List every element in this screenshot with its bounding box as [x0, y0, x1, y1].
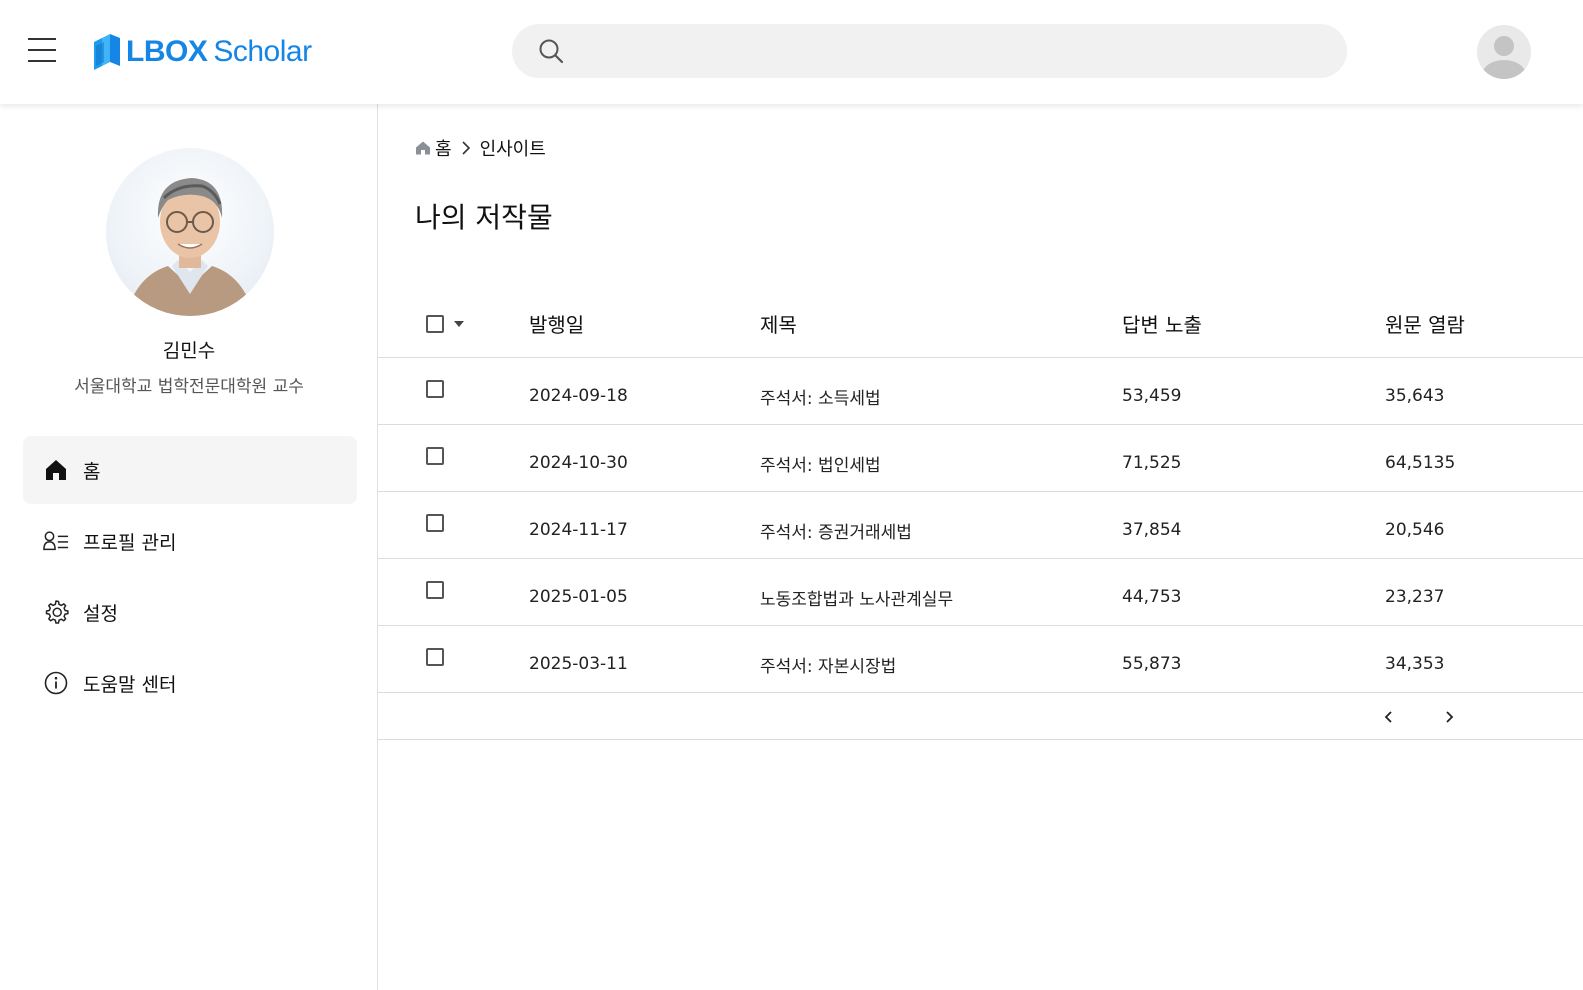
row-views: 35,643	[1385, 386, 1445, 406]
row-date: 2025-01-05	[529, 587, 628, 607]
row-exposure: 37,854	[1122, 520, 1182, 540]
top-header: LBOX Scholar	[0, 0, 1583, 104]
logo-text-light: Scholar	[213, 35, 312, 68]
home-small-icon	[416, 141, 430, 155]
breadcrumb: 홈 인사이트	[415, 136, 546, 160]
chevron-left-icon[interactable]	[1377, 705, 1401, 729]
hamburger-menu-icon[interactable]	[28, 38, 62, 64]
sidebar-item-label: 설정	[83, 602, 118, 625]
column-header-date[interactable]: 발행일	[529, 294, 584, 357]
column-header-exposure[interactable]: 답변 노출	[1122, 294, 1202, 357]
user-avatar-icon	[1482, 36, 1526, 79]
row-date: 2024-11-17	[529, 520, 628, 540]
search-bar[interactable]	[512, 24, 1347, 78]
info-icon	[43, 670, 69, 696]
row-checkbox[interactable]	[426, 648, 444, 666]
row-exposure: 44,753	[1122, 587, 1182, 607]
row-exposure: 55,873	[1122, 654, 1182, 674]
row-date: 2025-03-11	[529, 654, 628, 674]
table-row[interactable]: 2024-10-30 주석서: 법인세법 71,525 64,5135	[378, 425, 1583, 492]
sidebar-nav: 홈 프로필 관리 설정 도움말 센터	[23, 436, 357, 720]
row-check-cell	[426, 559, 444, 625]
row-title: 주석서: 자본시장법	[760, 656, 897, 677]
column-header-title[interactable]: 제목	[760, 294, 797, 357]
search-input[interactable]	[576, 31, 1336, 71]
main-content: 홈 인사이트 나의 저작물 발행일 제목 답변 노출 원문 열람 2024-09…	[378, 104, 1583, 990]
row-title: 노동조합법과 노사관계실무	[760, 589, 954, 610]
select-all-checkbox[interactable]	[426, 314, 444, 333]
search-icon	[539, 39, 564, 64]
sidebar-item-label: 홈	[83, 460, 101, 483]
works-table: 발행일 제목 답변 노출 원문 열람 2024-09-18 주석서: 소득세법 …	[378, 294, 1583, 740]
row-check-cell	[426, 626, 444, 692]
row-date: 2024-10-30	[529, 453, 628, 473]
logo-text-bold: LBOX	[126, 35, 208, 68]
sidebar-item-home[interactable]: 홈	[23, 436, 357, 504]
table-row[interactable]: 2025-01-05 노동조합법과 노사관계실무 44,753 23,237	[378, 559, 1583, 626]
caret-down-icon[interactable]	[454, 320, 464, 327]
row-views: 64,5135	[1385, 453, 1456, 473]
row-exposure: 53,459	[1122, 386, 1182, 406]
breadcrumb-home[interactable]: 홈	[435, 135, 452, 161]
select-all-control	[426, 294, 464, 357]
row-check-cell	[426, 492, 444, 558]
column-header-views[interactable]: 원문 열람	[1385, 294, 1465, 357]
breadcrumb-current: 인사이트	[479, 139, 546, 160]
table-header: 발행일 제목 답변 노출 원문 열람	[378, 294, 1583, 358]
profile-title: 서울대학교 법학전문대학원 교수	[74, 377, 304, 397]
chevron-right-icon	[460, 139, 472, 157]
page-title: 나의 저작물	[415, 201, 553, 234]
table-row[interactable]: 2025-03-11 주석서: 자본시장법 55,873 34,353	[378, 626, 1583, 693]
gear-icon	[43, 599, 69, 625]
profile-portrait-image	[126, 178, 254, 316]
logo-text: LBOX Scholar	[126, 35, 312, 69]
pagination	[378, 693, 1583, 740]
row-check-cell	[426, 358, 444, 424]
sidebar-item-label: 프로필 관리	[83, 531, 177, 554]
row-title: 주석서: 법인세법	[760, 455, 881, 476]
row-check-cell	[426, 425, 444, 491]
row-date: 2024-09-18	[529, 386, 628, 406]
table-row[interactable]: 2024-09-18 주석서: 소득세법 53,459 35,643	[378, 358, 1583, 425]
logo[interactable]: LBOX Scholar	[92, 30, 312, 74]
row-exposure: 71,525	[1122, 453, 1182, 473]
table-row[interactable]: 2024-11-17 주석서: 증권거래세법 37,854 20,546	[378, 492, 1583, 559]
row-title: 주석서: 증권거래세법	[760, 522, 912, 543]
row-checkbox[interactable]	[426, 514, 444, 532]
chevron-right-icon[interactable]	[1437, 705, 1461, 729]
row-views: 20,546	[1385, 520, 1445, 540]
sidebar-item-settings[interactable]: 설정	[23, 578, 357, 646]
sidebar: 김민수 서울대학교 법학전문대학원 교수 홈 프로필 관리 설정 도움말 센터	[0, 104, 378, 990]
profile-photo	[106, 148, 274, 316]
row-checkbox[interactable]	[426, 447, 444, 465]
sidebar-item-help[interactable]: 도움말 센터	[23, 649, 357, 717]
sidebar-item-profile[interactable]: 프로필 관리	[23, 507, 357, 575]
user-avatar-button[interactable]	[1477, 25, 1531, 79]
row-checkbox[interactable]	[426, 380, 444, 398]
profile-name: 김민수	[162, 340, 216, 362]
profile-list-icon	[43, 528, 69, 554]
row-views: 34,353	[1385, 654, 1445, 674]
logo-mark-icon	[94, 34, 120, 70]
row-checkbox[interactable]	[426, 581, 444, 599]
row-views: 23,237	[1385, 587, 1445, 607]
row-title: 주석서: 소득세법	[760, 388, 881, 409]
sidebar-item-label: 도움말 센터	[83, 673, 177, 696]
home-icon	[43, 457, 69, 483]
